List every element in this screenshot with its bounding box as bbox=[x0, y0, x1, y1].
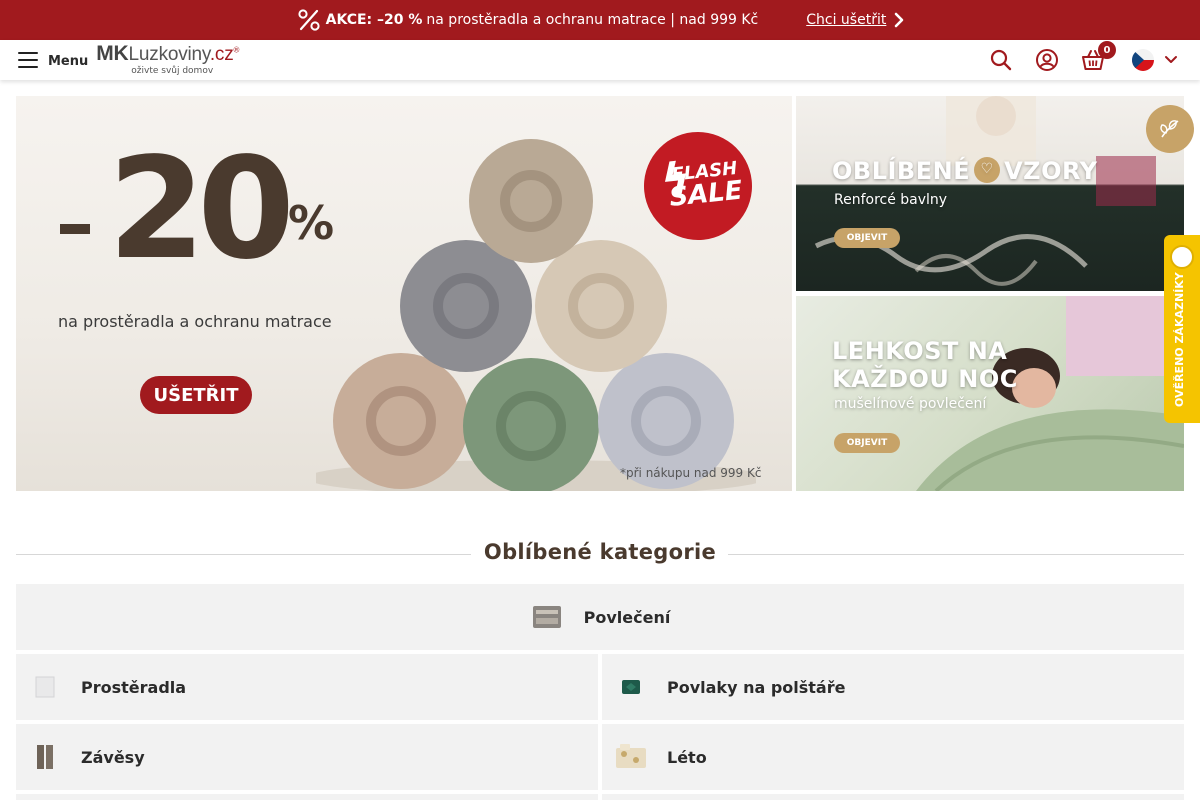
account-button[interactable] bbox=[1034, 47, 1060, 73]
promo-bar: AKCE: –20 % na prostěradla a ochranu mat… bbox=[0, 0, 1200, 40]
side2-title-line2: KAŽDOU NOC bbox=[832, 365, 1018, 393]
discount-value: 20 bbox=[108, 128, 295, 291]
usetrit-button[interactable]: UŠETŘIT bbox=[140, 376, 252, 414]
promo-cta-link[interactable]: Chci ušetřit bbox=[806, 12, 904, 28]
flower-icon[interactable] bbox=[1146, 105, 1194, 153]
hero-subtitle: na prostěradla a ochranu matrace bbox=[58, 312, 332, 331]
logo-text: Luzkoviny bbox=[128, 43, 210, 65]
category-label: Závěsy bbox=[81, 747, 145, 767]
category-row-next-left[interactable] bbox=[16, 794, 598, 800]
povleceni-thumbnail bbox=[530, 600, 564, 634]
chevron-right-icon bbox=[895, 12, 904, 28]
side1-title-left: OBLÍBENÉ bbox=[832, 157, 971, 185]
category-prosteradla[interactable]: Prostěradla bbox=[16, 654, 598, 720]
logo-tagline: oživte svůj domov bbox=[131, 65, 214, 76]
categories-heading: Oblíbené kategorie bbox=[16, 540, 1184, 570]
category-povleceni[interactable]: Povlečení bbox=[16, 584, 1184, 650]
side1-title-right: VZORY bbox=[1004, 157, 1098, 185]
side2-subtitle: mušelínové povlečení bbox=[834, 396, 987, 412]
cart-count-badge: 0 bbox=[1098, 41, 1116, 59]
site-header: Menu MKLuzkoviny.cz® oživte svůj domov 0 bbox=[0, 40, 1200, 80]
categories-title: Oblíbené kategorie bbox=[483, 540, 717, 564]
heureka-seal-icon bbox=[1170, 245, 1194, 269]
hamburger-icon bbox=[18, 52, 38, 68]
logo-cz: .cz bbox=[209, 43, 234, 65]
percent-icon bbox=[298, 9, 320, 31]
verified-label: OVĚŘENO ZÁKAZNÍKY bbox=[1173, 272, 1186, 407]
heart-icon: ♡ bbox=[974, 157, 1001, 183]
site-logo[interactable]: MKLuzkoviny.cz® oživte svůj domov bbox=[96, 43, 239, 76]
flag-cz-icon bbox=[1132, 49, 1154, 71]
menu-label: Menu bbox=[48, 53, 89, 69]
side2-objevit-button[interactable]: OBJEVIT bbox=[834, 433, 900, 453]
side1-subtitle: Renforcé bavlny bbox=[834, 192, 948, 208]
hero-footnote: *při nákupu nad 999 Kč bbox=[620, 466, 762, 480]
chevron-down-icon bbox=[1165, 56, 1177, 63]
banner-lehkost[interactable]: LEHKOST NA KAŽDOU NOC mušelínové povleče… bbox=[796, 296, 1184, 491]
promo-akce: AKCE: –20 % bbox=[325, 12, 423, 28]
hero-banner-sale[interactable]: 20 % na prostěradla a ochranu matrace UŠ… bbox=[16, 96, 792, 491]
banner-oblibene-vzory[interactable]: OBLÍBENÉ ♡ VZORY Renforcé bavlny OBJEVIT bbox=[796, 96, 1184, 291]
user-icon bbox=[1036, 49, 1058, 71]
category-label: Léto bbox=[667, 747, 707, 767]
category-povlaky[interactable]: Povlaky na polštáře bbox=[602, 654, 1184, 720]
category-label: Povlaky na polštáře bbox=[667, 677, 846, 697]
logo-mk: MK bbox=[96, 41, 129, 65]
discount-minus bbox=[60, 224, 90, 234]
povlaky-thumbnail bbox=[614, 670, 648, 704]
category-label: Prostěradla bbox=[81, 677, 187, 697]
search-button[interactable] bbox=[988, 47, 1014, 73]
cart-button[interactable]: 0 bbox=[1080, 41, 1116, 73]
verified-customers-tab[interactable]: OVĚŘENO ZÁKAZNÍKY bbox=[1164, 235, 1200, 423]
language-selector[interactable] bbox=[1132, 49, 1178, 71]
promo-text: na prostěradla a ochranu matrace | nad 9… bbox=[426, 12, 759, 28]
side1-objevit-button[interactable]: OBJEVIT bbox=[834, 228, 900, 248]
prosteradla-thumbnail bbox=[28, 670, 62, 704]
category-zavesy[interactable]: Závěsy bbox=[16, 724, 598, 790]
category-leto[interactable]: Léto bbox=[602, 724, 1184, 790]
promo-cta-label: Chci ušetřit bbox=[806, 12, 887, 28]
side2-title-line1: LEHKOST NA bbox=[832, 337, 1008, 365]
lightning-icon: ϟ bbox=[658, 152, 693, 207]
menu-button[interactable]: Menu bbox=[18, 52, 88, 69]
category-row-next-right[interactable] bbox=[602, 794, 1184, 800]
leto-thumbnail bbox=[614, 740, 648, 774]
discount-percent: % bbox=[288, 196, 335, 250]
zavesy-thumbnail bbox=[28, 740, 62, 774]
search-icon bbox=[990, 49, 1012, 71]
logo-reg: ® bbox=[233, 45, 240, 55]
bedding-photo-2 bbox=[916, 296, 1184, 491]
category-label: Povlečení bbox=[583, 607, 671, 627]
